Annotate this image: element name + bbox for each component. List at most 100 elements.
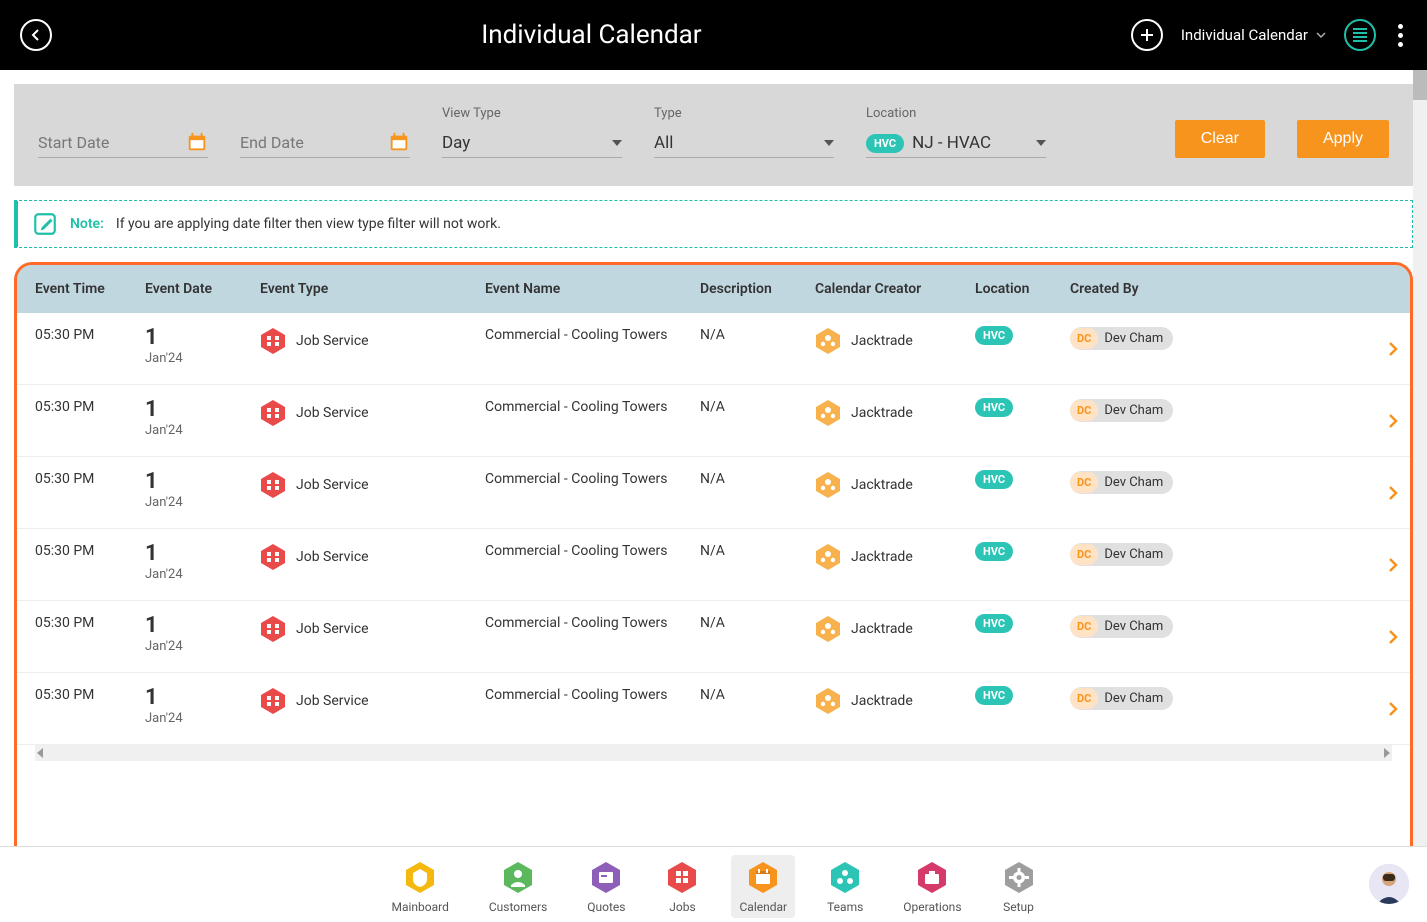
- nav-label: Mainboard: [391, 900, 448, 914]
- horizontal-scrollbar[interactable]: [35, 745, 1392, 761]
- cell-location: HVC: [975, 687, 1070, 703]
- col-header-type: Event Type: [260, 281, 485, 297]
- job-service-icon: [260, 543, 286, 571]
- end-date-input[interactable]: End Date: [240, 127, 410, 158]
- location-select[interactable]: HVC NJ - HVAC: [866, 129, 1046, 158]
- cell-creator: Jacktrade: [815, 327, 975, 355]
- card-icon: [589, 859, 623, 896]
- list-view-button[interactable]: [1344, 19, 1376, 51]
- cell-location: HVC: [975, 543, 1070, 559]
- kebab-icon: [1398, 24, 1403, 29]
- nav-item-customers[interactable]: Customers: [481, 855, 555, 918]
- start-date-placeholder: Start Date: [38, 133, 176, 152]
- cell-type: Job Service: [260, 399, 485, 427]
- nav-item-jobs[interactable]: Jobs: [657, 855, 707, 918]
- nav-item-quotes[interactable]: Quotes: [579, 855, 633, 918]
- table-row[interactable]: 05:30 PM 1 Jan'24 Job Service Commercial…: [17, 673, 1410, 745]
- nav-label: Setup: [1003, 900, 1034, 914]
- cell-desc: N/A: [700, 327, 815, 343]
- cell-name: Commercial - Cooling Towers: [485, 615, 700, 631]
- table-row[interactable]: 05:30 PM 1 Jan'24 Job Service Commercial…: [17, 529, 1410, 601]
- gear-icon: [1002, 859, 1036, 896]
- dropdown-icon: [612, 140, 622, 146]
- view-selector-dropdown[interactable]: Individual Calendar: [1181, 26, 1326, 44]
- bottom-nav: Mainboard Customers Quotes Jobs Calendar…: [0, 846, 1427, 922]
- cell-type: Job Service: [260, 687, 485, 715]
- cell-created-by: DCDev Cham: [1070, 327, 1240, 350]
- row-expand-button[interactable]: [1388, 701, 1398, 717]
- col-header-date: Event Date: [145, 281, 260, 297]
- chevron-right-icon: [1388, 557, 1398, 573]
- nav-item-setup[interactable]: Setup: [994, 855, 1044, 918]
- cell-type: Job Service: [260, 615, 485, 643]
- nav-label: Calendar: [739, 900, 787, 914]
- clear-button[interactable]: Clear: [1175, 120, 1265, 158]
- col-header-desc: Description: [700, 281, 815, 297]
- cell-type: Job Service: [260, 543, 485, 571]
- nav-item-calendar[interactable]: Calendar: [731, 855, 795, 918]
- cell-created-by: DCDev Cham: [1070, 471, 1240, 494]
- table-row[interactable]: 05:30 PM 1 Jan'24 Job Service Commercial…: [17, 313, 1410, 385]
- scroll-thumb[interactable]: [1413, 70, 1427, 100]
- vertical-scrollbar[interactable]: [1413, 70, 1427, 852]
- cell-name: Commercial - Cooling Towers: [485, 687, 700, 703]
- view-type-select[interactable]: Day: [442, 129, 622, 158]
- creator-icon: [815, 471, 841, 499]
- cell-desc: N/A: [700, 471, 815, 487]
- table-row[interactable]: 05:30 PM 1 Jan'24 Job Service Commercial…: [17, 601, 1410, 673]
- chevron-right-icon: [1388, 485, 1398, 501]
- cell-date: 1 Jan'24: [145, 687, 260, 726]
- add-button[interactable]: [1131, 19, 1163, 51]
- cell-desc: N/A: [700, 399, 815, 415]
- job-service-icon: [260, 615, 286, 643]
- cell-date: 1 Jan'24: [145, 615, 260, 654]
- more-menu-button[interactable]: [1394, 20, 1407, 51]
- support-avatar[interactable]: [1369, 864, 1409, 904]
- view-type-label: View Type: [442, 106, 622, 121]
- plus-icon: [1140, 28, 1154, 42]
- cell-name: Commercial - Cooling Towers: [485, 543, 700, 559]
- type-select[interactable]: All: [654, 129, 834, 158]
- filter-bar: Start Date End Date View Type Day Type A…: [14, 84, 1413, 186]
- row-expand-button[interactable]: [1388, 413, 1398, 429]
- nav-item-teams[interactable]: Teams: [819, 855, 871, 918]
- cell-type: Job Service: [260, 327, 485, 355]
- chevron-right-icon: [1388, 413, 1398, 429]
- job-service-icon: [260, 327, 286, 355]
- cell-time: 05:30 PM: [35, 471, 145, 487]
- row-expand-button[interactable]: [1388, 629, 1398, 645]
- note-banner: Note: If you are applying date filter th…: [14, 200, 1413, 248]
- nav-label: Quotes: [587, 900, 625, 914]
- cell-creator: Jacktrade: [815, 471, 975, 499]
- back-button[interactable]: [20, 19, 52, 51]
- cell-time: 05:30 PM: [35, 543, 145, 559]
- cell-time: 05:30 PM: [35, 327, 145, 343]
- row-expand-button[interactable]: [1388, 485, 1398, 501]
- type-value: All: [654, 133, 673, 153]
- cell-created-by: DCDev Cham: [1070, 399, 1240, 422]
- table-header-row: Event Time Event Date Event Type Event N…: [17, 265, 1410, 313]
- creator-icon: [815, 615, 841, 643]
- row-expand-button[interactable]: [1388, 557, 1398, 573]
- chevron-right-icon: [1388, 341, 1398, 357]
- end-date-placeholder: End Date: [240, 133, 378, 152]
- start-date-input[interactable]: Start Date: [38, 127, 208, 158]
- chevron-right-icon: [1388, 701, 1398, 717]
- table-row[interactable]: 05:30 PM 1 Jan'24 Job Service Commercial…: [17, 457, 1410, 529]
- nav-item-operations[interactable]: Operations: [895, 855, 969, 918]
- table-row[interactable]: 05:30 PM 1 Jan'24 Job Service Commercial…: [17, 385, 1410, 457]
- cell-date: 1 Jan'24: [145, 399, 260, 438]
- apply-button[interactable]: Apply: [1297, 120, 1389, 158]
- nav-label: Jobs: [669, 900, 695, 914]
- avatar-icon: [1369, 864, 1409, 904]
- cell-name: Commercial - Cooling Towers: [485, 327, 700, 343]
- calendar-icon: [186, 131, 208, 153]
- row-expand-button[interactable]: [1388, 341, 1398, 357]
- chevron-down-icon: [1316, 32, 1326, 38]
- nav-label: Customers: [489, 900, 547, 914]
- view-selector-label: Individual Calendar: [1181, 26, 1308, 44]
- nav-label: Teams: [827, 900, 863, 914]
- nav-item-mainboard[interactable]: Mainboard: [383, 855, 456, 918]
- shield-icon: [403, 859, 437, 896]
- job-service-icon: [260, 399, 286, 427]
